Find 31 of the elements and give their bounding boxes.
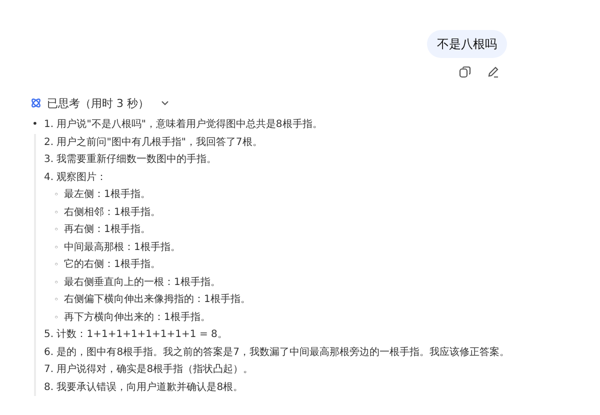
- sub-bullet: ◦: [54, 259, 60, 271]
- bullet: •: [32, 118, 39, 132]
- sub-bullet: ◦: [54, 189, 60, 201]
- copy-icon[interactable]: [459, 66, 471, 78]
- thinking-substep: 右侧相邻：1根手指。: [64, 206, 160, 220]
- thinking-step: 2. 用户之前问"图中有几根手指"，我回答了7根。: [44, 134, 510, 151]
- thinking-substep: 最右侧垂直向上的一根：1根手指。: [64, 276, 220, 290]
- thinking-step: 3. 我需要重新仔细数一数图中的手指。: [44, 151, 510, 168]
- thinking-step: 1. 用户说"不是八根吗"，意味着用户觉得图中总共是8根手指。: [44, 116, 510, 134]
- thinking-substep: 最左侧：1根手指。: [64, 188, 150, 202]
- sub-bullet: ◦: [54, 276, 60, 288]
- sub-bullet: ◦: [54, 206, 60, 218]
- thinking-step: 8. 我要承认错误，向用户道歉并确认是8根。: [44, 378, 510, 396]
- user-message: 不是八根吗: [427, 30, 507, 58]
- thinking-step: 7. 用户说得对，确实是8根手指（指状凸起）。: [44, 361, 510, 378]
- sub-bullet: ◦: [54, 312, 60, 324]
- edit-icon[interactable]: [487, 66, 499, 78]
- thinking-substep: 再右侧：1根手指。: [64, 222, 150, 237]
- thinking-step: 4. 观察图片：: [44, 168, 510, 186]
- thinking-step: 5. 计数：1+1+1+1+1+1+1+1 = 8。: [44, 326, 510, 344]
- sub-bullet: ◦: [54, 242, 60, 254]
- thinking-label[interactable]: 已思考（用时 3 秒）: [47, 96, 149, 110]
- chevron-icon[interactable]: [160, 98, 170, 108]
- atom-icon: [30, 97, 42, 109]
- sub-bullet: ◦: [54, 224, 60, 236]
- sub-bullet: ◦: [54, 294, 60, 306]
- thinking-step: 6. 是的，图中有8根手指。我之前的答案是7，我数漏了中间最高那根旁边的一根手指。我应该修正答案。: [44, 344, 510, 361]
- thinking-substep: 中间最高那根：1根手指。: [64, 240, 180, 254]
- thinking-substep: 右侧偏下横向伸出来像拇指的：1根手指。: [64, 292, 250, 307]
- thinking-substep: 它的右侧：1根手指。: [64, 258, 160, 272]
- thinking-substep: 再下方横向伸出来的：1根手指。: [64, 310, 210, 324]
